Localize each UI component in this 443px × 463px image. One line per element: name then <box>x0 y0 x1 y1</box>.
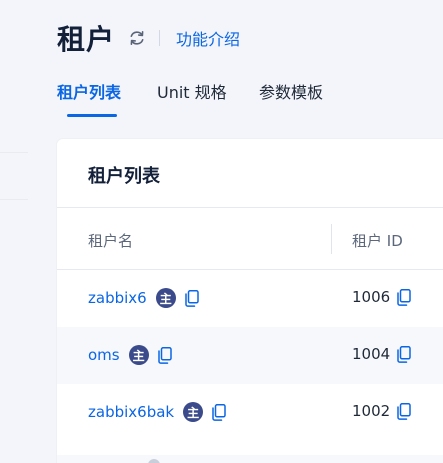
tenant-name-link[interactable]: oms <box>88 346 120 364</box>
card-title: 租户列表 <box>88 166 160 187</box>
copy-icon[interactable] <box>184 289 200 307</box>
column-header-tenant-name: 租户名 <box>88 232 134 250</box>
tenant-id-cell: 1004 <box>352 345 412 363</box>
refresh-icon[interactable] <box>127 28 147 48</box>
table-header: 租户名 租户 ID <box>57 208 443 270</box>
primary-badge <box>148 459 160 463</box>
copy-icon[interactable] <box>396 402 412 420</box>
tab-param-template[interactable]: 参数模板 <box>259 76 349 120</box>
copy-icon[interactable] <box>396 345 412 363</box>
tenant-name-cell: zabbix6 主 <box>88 288 200 308</box>
page: 租户 功能介绍 租户列表 Unit 规格 参数模板 租户列表 租户名 租户 ID <box>0 0 443 463</box>
copy-icon[interactable] <box>396 288 412 306</box>
copy-icon[interactable] <box>211 403 227 421</box>
tab-tenant-list[interactable]: 租户列表 <box>57 76 157 120</box>
tenant-id: 1002 <box>352 402 391 420</box>
column-resize-handle[interactable] <box>331 224 332 254</box>
tenant-id: 1004 <box>352 345 391 363</box>
tenant-name-link[interactable]: zabbix6bak <box>88 403 174 421</box>
primary-badge: 主 <box>128 345 149 365</box>
header-divider <box>159 30 161 46</box>
table-row: zabbix6bak 主 1002 <box>57 384 443 441</box>
table-row: oms 主 1004 <box>57 327 443 384</box>
table-row: zabbix6 主 1006 <box>57 270 443 327</box>
tab-bar: 租户列表 Unit 规格 参数模板 <box>57 76 349 120</box>
primary-badge: 主 <box>155 288 176 308</box>
primary-badge: 主 <box>183 402 204 422</box>
sidebar-edge-divider <box>0 199 28 200</box>
tenant-list-card: 租户列表 租户名 租户 ID zabbix6 主 1006 oms 主 1004… <box>57 139 443 463</box>
tab-unit-spec[interactable]: Unit 规格 <box>157 76 259 120</box>
intro-link[interactable]: 功能介绍 <box>176 26 240 50</box>
tenant-name-cell: oms 主 <box>88 345 173 365</box>
page-title: 租户 <box>57 23 116 56</box>
tenant-name-link[interactable]: zabbix6 <box>88 289 147 307</box>
table-row <box>57 455 443 463</box>
page-header: 租户 功能介绍 <box>57 18 240 58</box>
tenant-id: 1006 <box>352 288 391 306</box>
tenant-name-cell: zabbix6bak 主 <box>88 402 227 422</box>
sidebar-edge-divider <box>0 152 28 153</box>
tenant-id-cell: 1006 <box>352 288 412 306</box>
column-header-tenant-id: 租户 ID <box>352 232 403 250</box>
tenant-id-cell: 1002 <box>352 402 412 420</box>
copy-icon[interactable] <box>157 346 173 364</box>
